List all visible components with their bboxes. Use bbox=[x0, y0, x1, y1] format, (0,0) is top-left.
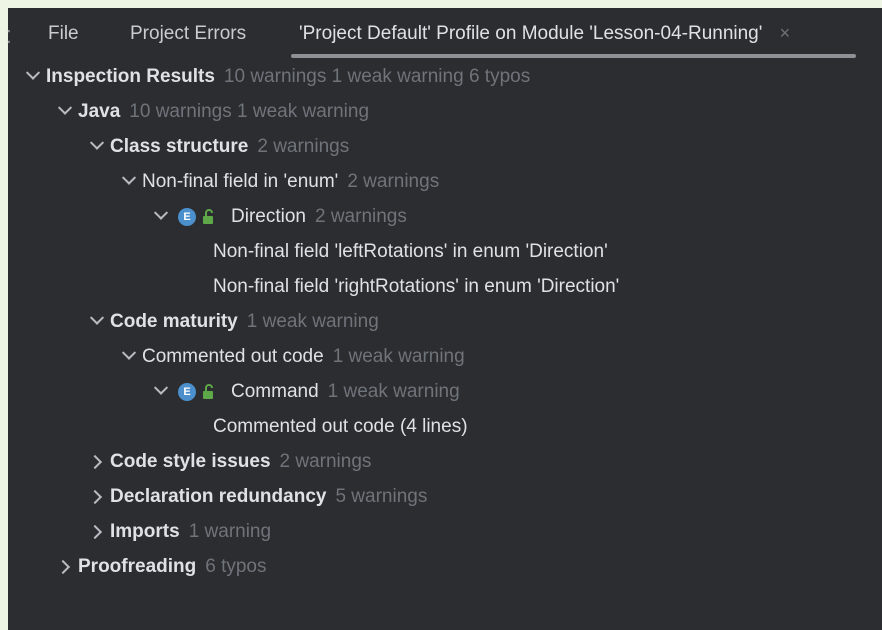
tree-node-direction[interactable]: E Direction 2 warnings bbox=[8, 200, 882, 234]
enum-icon: E bbox=[178, 383, 196, 401]
inspection-tree[interactable]: Inspection Results 10 warnings 1 weak wa… bbox=[8, 60, 882, 630]
tree-node-problem-right-rotations[interactable]: Non-final field 'rightRotations' in enum… bbox=[8, 270, 882, 304]
tree-node-class-structure[interactable]: Class structure 2 warnings bbox=[8, 130, 882, 164]
node-label: Imports bbox=[110, 521, 180, 542]
node-count: 10 warnings 1 weak warning 6 typos bbox=[223, 66, 531, 87]
node-label: Non-final field in 'enum' bbox=[142, 171, 339, 192]
tab-profile-inspection[interactable]: 'Project Default' Profile on Module 'Les… bbox=[299, 23, 790, 45]
tree-node-command[interactable]: E Command 1 weak warning bbox=[8, 375, 882, 409]
tab-profile-label: 'Project Default' Profile on Module 'Les… bbox=[299, 23, 763, 44]
chevron-down-icon[interactable] bbox=[121, 170, 137, 185]
tree-node-code-style-issues[interactable]: Code style issues 2 warnings bbox=[8, 445, 882, 479]
tree-node-commented-out-code[interactable]: Commented out code 1 weak warning bbox=[8, 340, 882, 374]
tab-project-errors[interactable]: Project Errors bbox=[130, 23, 246, 45]
chevron-down-icon[interactable] bbox=[57, 100, 73, 115]
node-count: 5 warnings bbox=[335, 486, 428, 507]
chevron-right-icon[interactable] bbox=[87, 489, 103, 505]
tree-node-code-maturity[interactable]: Code maturity 1 weak warning bbox=[8, 305, 882, 339]
node-count: 1 weak warning bbox=[327, 381, 460, 402]
node-count: 1 weak warning bbox=[246, 311, 379, 332]
inspection-window: ⁚ File Project Errors 'Project Default' … bbox=[6, 8, 882, 630]
unlocked-icon bbox=[203, 384, 213, 399]
chevron-right-icon[interactable] bbox=[87, 454, 103, 470]
enum-icon: E bbox=[178, 208, 196, 226]
node-label: Java bbox=[78, 101, 121, 122]
problem-description: Non-final field 'leftRotations' in enum … bbox=[213, 241, 608, 262]
chevron-down-icon[interactable] bbox=[25, 65, 41, 80]
chevron-down-icon[interactable] bbox=[89, 135, 105, 150]
close-icon[interactable]: × bbox=[780, 23, 791, 44]
node-count: 2 warnings bbox=[279, 451, 372, 472]
node-label: Code maturity bbox=[110, 311, 238, 332]
chevron-down-icon[interactable] bbox=[89, 310, 105, 325]
node-count: 1 warning bbox=[188, 521, 272, 542]
node-label: Command bbox=[231, 381, 319, 402]
chevron-right-icon[interactable] bbox=[87, 524, 103, 540]
tree-node-imports[interactable]: Imports 1 warning bbox=[8, 515, 882, 549]
active-tab-indicator bbox=[291, 54, 856, 58]
drag-handle-icon[interactable]: ⁚ bbox=[6, 27, 12, 48]
tree-node-nonfinal-field-in-enum[interactable]: Non-final field in 'enum' 2 warnings bbox=[8, 165, 882, 199]
chevron-down-icon[interactable] bbox=[153, 380, 169, 395]
node-count: 6 typos bbox=[205, 556, 267, 577]
tree-node-inspection-results[interactable]: Inspection Results 10 warnings 1 weak wa… bbox=[8, 60, 882, 94]
node-label: Inspection Results bbox=[46, 66, 215, 87]
node-label: Class structure bbox=[110, 136, 249, 157]
chevron-right-icon[interactable] bbox=[55, 559, 71, 575]
node-label: Commented out code bbox=[142, 346, 324, 367]
chevron-down-icon[interactable] bbox=[153, 205, 169, 220]
tree-node-problem-left-rotations[interactable]: Non-final field 'leftRotations' in enum … bbox=[8, 235, 882, 269]
problem-description: Non-final field 'rightRotations' in enum… bbox=[213, 276, 620, 297]
node-label: Code style issues bbox=[110, 451, 271, 472]
tree-node-declaration-redundancy[interactable]: Declaration redundancy 5 warnings bbox=[8, 480, 882, 514]
node-count: 1 weak warning bbox=[332, 346, 465, 367]
node-count: 2 warnings bbox=[347, 171, 440, 192]
tree-node-proofreading[interactable]: Proofreading 6 typos bbox=[8, 550, 882, 584]
node-label: Direction bbox=[231, 206, 306, 227]
tree-node-java[interactable]: Java 10 warnings 1 weak warning bbox=[8, 95, 882, 129]
tree-node-problem-commented-code[interactable]: Commented out code (4 lines) bbox=[8, 410, 882, 444]
tab-bar: ⁚ File Project Errors 'Project Default' … bbox=[6, 8, 882, 62]
unlocked-icon bbox=[203, 209, 213, 224]
node-count: 10 warnings 1 weak warning bbox=[129, 101, 370, 122]
node-count: 2 warnings bbox=[314, 206, 407, 227]
node-label: Declaration redundancy bbox=[110, 486, 327, 507]
node-label: Proofreading bbox=[78, 556, 197, 577]
node-count: 2 warnings bbox=[257, 136, 350, 157]
chevron-down-icon[interactable] bbox=[121, 345, 137, 360]
problem-description: Commented out code (4 lines) bbox=[213, 416, 468, 437]
tab-file[interactable]: File bbox=[48, 23, 79, 45]
